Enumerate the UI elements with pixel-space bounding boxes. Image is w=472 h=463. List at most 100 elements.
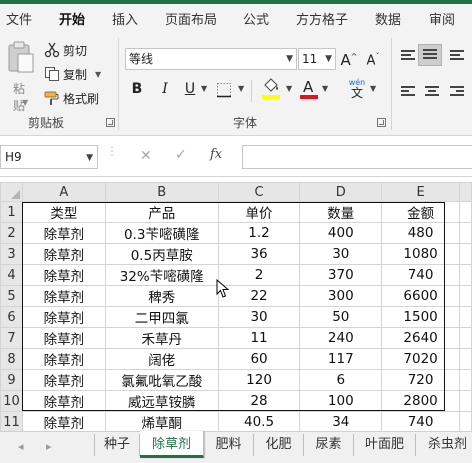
align-left-icon[interactable] — [401, 86, 415, 98]
cell-a10[interactable]: 除草剂 — [21, 390, 106, 412]
copy-button[interactable]: 复制 ▼ — [44, 64, 101, 84]
chevron-down-icon[interactable]: ▼ — [322, 84, 328, 93]
bold-button[interactable]: B — [129, 78, 145, 100]
cell-f9[interactable] — [459, 369, 472, 391]
cell-d3[interactable]: 30 — [299, 243, 383, 265]
cell-a1[interactable]: 类型 — [21, 201, 106, 223]
chevron-down-icon[interactable]: ▼ — [286, 84, 292, 93]
column-header-e[interactable]: E — [381, 182, 460, 202]
align-center-icon[interactable] — [425, 86, 439, 98]
cell-e11[interactable]: 740 — [381, 411, 460, 433]
cell-e7[interactable]: 2640 — [381, 327, 460, 349]
cell-c8[interactable]: 60 — [217, 348, 301, 370]
clipboard-dialog-launcher-icon[interactable] — [106, 118, 115, 127]
cell-c9[interactable]: 120 — [217, 369, 301, 391]
cell-f11[interactable] — [459, 411, 472, 433]
tab-page-layout[interactable]: 页面布局 — [165, 9, 217, 28]
cell-d6[interactable]: 50 — [299, 306, 383, 328]
cell-d7[interactable]: 240 — [299, 327, 383, 349]
row-header[interactable]: 1 — [0, 201, 23, 223]
scroll-tabs-left-icon[interactable]: ◂ — [18, 440, 24, 453]
cell-a7[interactable]: 除草剂 — [21, 327, 106, 349]
cell-b7[interactable]: 禾草丹 — [104, 327, 219, 349]
cell-e9[interactable]: 720 — [381, 369, 460, 391]
cell-b8[interactable]: 阔佬 — [104, 348, 219, 370]
cell-c3[interactable]: 36 — [217, 243, 301, 265]
cell-e4[interactable]: 740 — [381, 264, 460, 286]
tab-fangfang[interactable]: 方方格子 — [296, 9, 348, 28]
cell-f8[interactable] — [459, 348, 472, 370]
align-middle-button[interactable] — [418, 44, 442, 66]
cell-b6[interactable]: 二甲四氯 — [104, 306, 219, 328]
paste-button[interactable]: 粘贴 ▼ — [6, 38, 36, 113]
borders-button[interactable] — [216, 82, 234, 98]
cell-d11[interactable]: 34 — [299, 411, 383, 433]
cell-c6[interactable]: 30 — [217, 306, 301, 328]
cell-a2[interactable]: 除草剂 — [21, 222, 106, 244]
cell-b11[interactable]: 烯草酮 — [104, 411, 219, 433]
tab-review[interactable]: 审阅 — [429, 9, 455, 28]
cell-b9[interactable]: 氯氟吡氧乙酸 — [104, 369, 219, 391]
cell-f7[interactable] — [459, 327, 472, 349]
chevron-down-icon[interactable]: ▼ — [370, 84, 376, 93]
cell-c7[interactable]: 11 — [217, 327, 301, 349]
row-header[interactable]: 11 — [0, 411, 23, 433]
column-header-f[interactable] — [459, 182, 472, 202]
cell-e8[interactable]: 7020 — [381, 348, 460, 370]
cell-c1[interactable]: 单价 — [217, 201, 301, 223]
cell-d4[interactable]: 370 — [299, 264, 383, 286]
formula-input[interactable] — [242, 145, 472, 169]
cell-a9[interactable]: 除草剂 — [21, 369, 106, 391]
cell-a6[interactable]: 除草剂 — [21, 306, 106, 328]
row-header[interactable]: 2 — [0, 222, 23, 244]
row-header[interactable]: 9 — [0, 369, 23, 391]
cell-d5[interactable]: 300 — [299, 285, 383, 307]
cell-c10[interactable]: 28 — [217, 390, 301, 412]
chevron-down-icon[interactable]: ▼ — [201, 84, 207, 93]
font-name-select[interactable]: 等线 ▼ — [125, 48, 297, 70]
font-dialog-launcher-icon[interactable] — [377, 118, 386, 127]
cell-a3[interactable]: 除草剂 — [21, 243, 106, 265]
row-header[interactable]: 6 — [0, 306, 23, 328]
tab-home[interactable]: 开始 — [59, 9, 85, 28]
cancel-icon[interactable]: ✕ — [140, 148, 152, 164]
format-painter-button[interactable]: 格式刷 — [44, 88, 99, 108]
align-right-icon[interactable] — [450, 86, 464, 98]
cell-f2[interactable] — [459, 222, 472, 244]
cell-e3[interactable]: 1080 — [381, 243, 460, 265]
column-header-b[interactable]: B — [104, 182, 219, 202]
underline-button[interactable]: U — [182, 78, 198, 100]
cell-f10[interactable] — [459, 390, 472, 412]
cell-a11[interactable]: 除草剂 — [21, 411, 106, 433]
font-color-button[interactable]: A — [300, 78, 318, 102]
insert-function-icon[interactable]: fx — [210, 147, 222, 162]
scroll-tabs-right-icon[interactable]: ▸ — [46, 440, 52, 453]
cell-b1[interactable]: 产品 — [104, 201, 219, 223]
align-bottom-icon[interactable] — [450, 50, 464, 62]
cell-f6[interactable] — [459, 306, 472, 328]
cell-f4[interactable] — [459, 264, 472, 286]
sheet-tab-insecticide[interactable]: 杀虫剂 — [416, 434, 472, 456]
cell-b2[interactable]: 0.3苄嘧磺隆 — [104, 222, 219, 244]
name-box[interactable]: H9 ▼ — [0, 145, 98, 169]
column-header-a[interactable]: A — [21, 182, 106, 202]
chevron-down-icon[interactable]: ▼ — [238, 84, 244, 93]
cell-f3[interactable] — [459, 243, 472, 265]
row-header[interactable]: 4 — [0, 264, 23, 286]
cell-e6[interactable]: 1500 — [381, 306, 460, 328]
italic-button[interactable]: I — [157, 78, 173, 100]
row-header[interactable]: 10 — [0, 390, 23, 412]
cell-b4[interactable]: 32%苄嘧磺隆 — [104, 264, 219, 286]
decrease-font-size-button[interactable]: Aˇ — [364, 46, 382, 68]
cell-a4[interactable]: 除草剂 — [21, 264, 106, 286]
increase-font-size-button[interactable]: A^ — [340, 46, 358, 69]
cell-f1[interactable] — [459, 201, 472, 223]
cell-e2[interactable]: 480 — [381, 222, 460, 244]
cell-e5[interactable]: 6600 — [381, 285, 460, 307]
cut-button[interactable]: 剪切 — [44, 40, 87, 60]
row-header[interactable]: 5 — [0, 285, 23, 307]
cell-c2[interactable]: 1.2 — [217, 222, 301, 244]
sheet-tab-chemical-fertilizer[interactable]: 化肥 — [254, 434, 304, 456]
column-header-d[interactable]: D — [299, 182, 383, 202]
cell-d10[interactable]: 100 — [299, 390, 383, 412]
